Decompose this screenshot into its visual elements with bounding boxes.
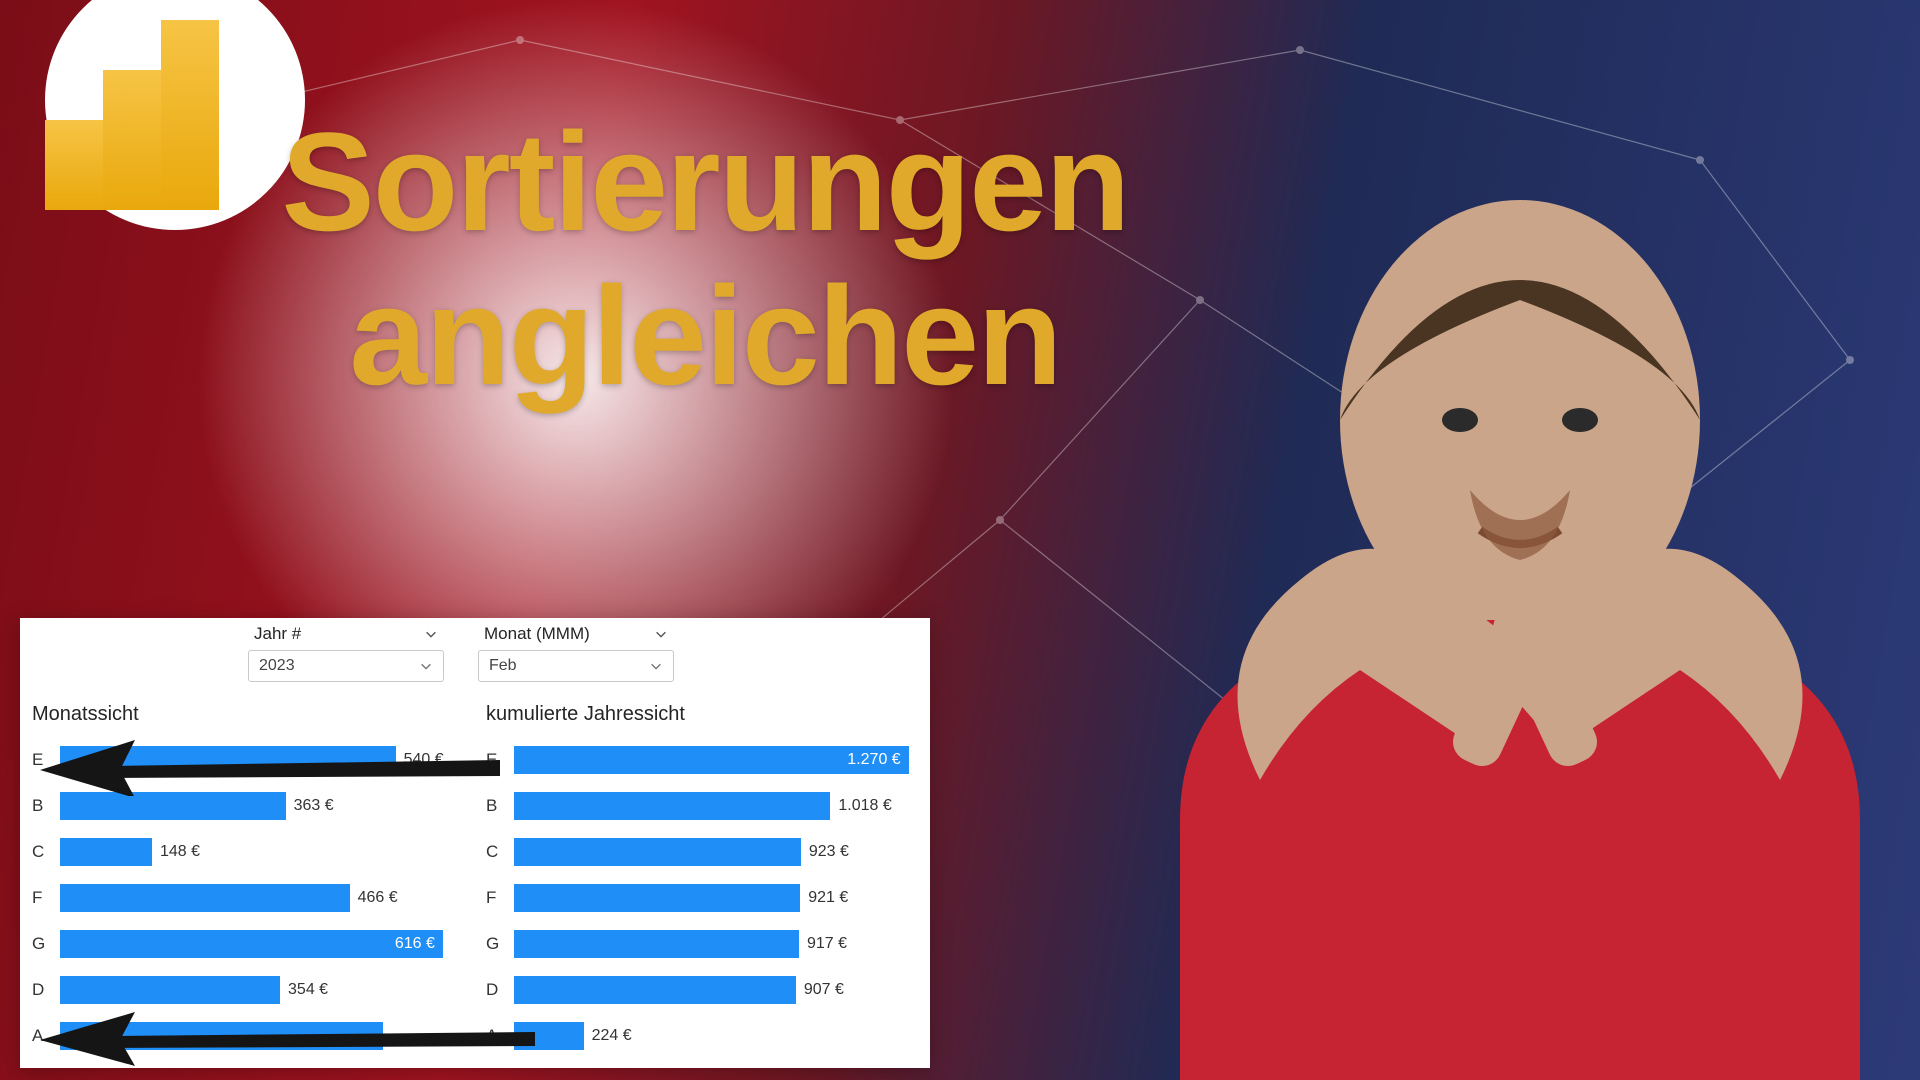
category-label: D: [486, 980, 514, 1000]
bar-track: 354 €: [60, 976, 464, 1004]
bar-value-label: 354 €: [288, 981, 328, 999]
category-label: C: [486, 842, 514, 862]
chevron-down-icon: [654, 627, 668, 641]
bar-track: 224 €: [514, 1022, 918, 1050]
chevron-down-icon: [419, 659, 433, 673]
bar-value-label: 907 €: [804, 981, 844, 999]
bar[interactable]: [514, 976, 796, 1004]
bar[interactable]: [60, 792, 286, 820]
bar-track: 1.270 €: [514, 746, 918, 774]
bar[interactable]: [514, 884, 800, 912]
slicer-year-value: 2023: [259, 657, 295, 675]
bar-value-label: 923 €: [809, 843, 849, 861]
chart-title: Monatssicht: [32, 703, 464, 726]
category-label: A: [486, 1026, 514, 1046]
chart-title: kumulierte Jahressicht: [486, 703, 918, 726]
bar[interactable]: [60, 838, 152, 866]
chart-kumulierte-jahressicht: kumulierte Jahressicht E 1.270 € B 1.018 € C…: [486, 703, 918, 1058]
bar-row: F 921 €: [486, 880, 918, 916]
bar-row: A: [32, 1018, 464, 1054]
bar[interactable]: [60, 976, 280, 1004]
presenter-photo: [960, 60, 1920, 1080]
bar[interactable]: [60, 930, 443, 958]
slicer-month-value: Feb: [489, 657, 517, 675]
bar-row: C 923 €: [486, 834, 918, 870]
category-label: B: [32, 796, 60, 816]
category-label: G: [32, 934, 60, 954]
category-label: F: [32, 888, 60, 908]
category-label: A: [32, 1026, 60, 1046]
bar-row: D 354 €: [32, 972, 464, 1008]
bar-track: [60, 1022, 464, 1050]
bar-track: 1.018 €: [514, 792, 918, 820]
chevron-down-icon: [649, 659, 663, 673]
bar-track: 540 €: [60, 746, 464, 774]
category-label: G: [486, 934, 514, 954]
category-label: D: [32, 980, 60, 1000]
bar-value-label: 466 €: [358, 889, 398, 907]
bar-row: G 616 €: [32, 926, 464, 962]
chart-rows: E 1.270 € B 1.018 € C 923 € F 921 € G 917 € D 907 €…: [486, 742, 918, 1054]
slicer-year-label: Jahr #: [254, 624, 301, 644]
bar-track: 466 €: [60, 884, 464, 912]
bar[interactable]: [514, 1022, 584, 1050]
bar-value-label: 363 €: [294, 797, 334, 815]
bar-row: B 1.018 €: [486, 788, 918, 824]
bar-row: E 540 €: [32, 742, 464, 778]
bar-row: F 466 €: [32, 880, 464, 916]
bar-track: 148 €: [60, 838, 464, 866]
bar-value-label: 616 €: [395, 935, 435, 953]
slicer-month[interactable]: Monat (MMM) Feb: [478, 624, 674, 682]
chart-monatssicht: Monatssicht E 540 € B 363 € C 148 € F 466 € G 616…: [32, 703, 464, 1058]
bar-row: D 907 €: [486, 972, 918, 1008]
bar-row: G 917 €: [486, 926, 918, 962]
bar[interactable]: [514, 930, 799, 958]
bar-value-label: 1.018 €: [838, 797, 891, 815]
chart-rows: E 540 € B 363 € C 148 € F 466 € G 616 € D 354 € A: [32, 742, 464, 1054]
bar-value-label: 917 €: [807, 935, 847, 953]
bar[interactable]: [60, 746, 396, 774]
bar-track: 907 €: [514, 976, 918, 1004]
bar[interactable]: [60, 884, 350, 912]
bar-value-label: 224 €: [592, 1027, 632, 1045]
bar-track: 363 €: [60, 792, 464, 820]
bar-value-label: 148 €: [160, 843, 200, 861]
category-label: B: [486, 796, 514, 816]
bar-value-label: 921 €: [808, 889, 848, 907]
bar-row: C 148 €: [32, 834, 464, 870]
category-label: F: [486, 888, 514, 908]
dashboard-panel: Jahr # 2023 Monat (MMM) Feb: [20, 618, 930, 1068]
bar[interactable]: [514, 792, 830, 820]
bar-track: 921 €: [514, 884, 918, 912]
bar-track: 917 €: [514, 930, 918, 958]
category-label: E: [32, 750, 60, 770]
bar[interactable]: [514, 838, 801, 866]
bar-row: B 363 €: [32, 788, 464, 824]
bar[interactable]: [60, 1022, 383, 1050]
category-label: C: [32, 842, 60, 862]
headline-line2: angleichen: [349, 257, 1060, 414]
slicer-month-dropdown[interactable]: Feb: [478, 650, 674, 682]
bar-value-label: 1.270 €: [847, 751, 900, 769]
bar-value-label: 540 €: [404, 751, 444, 769]
slicer-year-dropdown[interactable]: 2023: [248, 650, 444, 682]
slicer-year[interactable]: Jahr # 2023: [248, 624, 444, 682]
bar-track: 923 €: [514, 838, 918, 866]
chevron-down-icon: [424, 627, 438, 641]
bar-row: E 1.270 €: [486, 742, 918, 778]
slicer-month-label: Monat (MMM): [484, 624, 590, 644]
bar-track: 616 €: [60, 930, 464, 958]
bar-row: A 224 €: [486, 1018, 918, 1054]
category-label: E: [486, 750, 514, 770]
